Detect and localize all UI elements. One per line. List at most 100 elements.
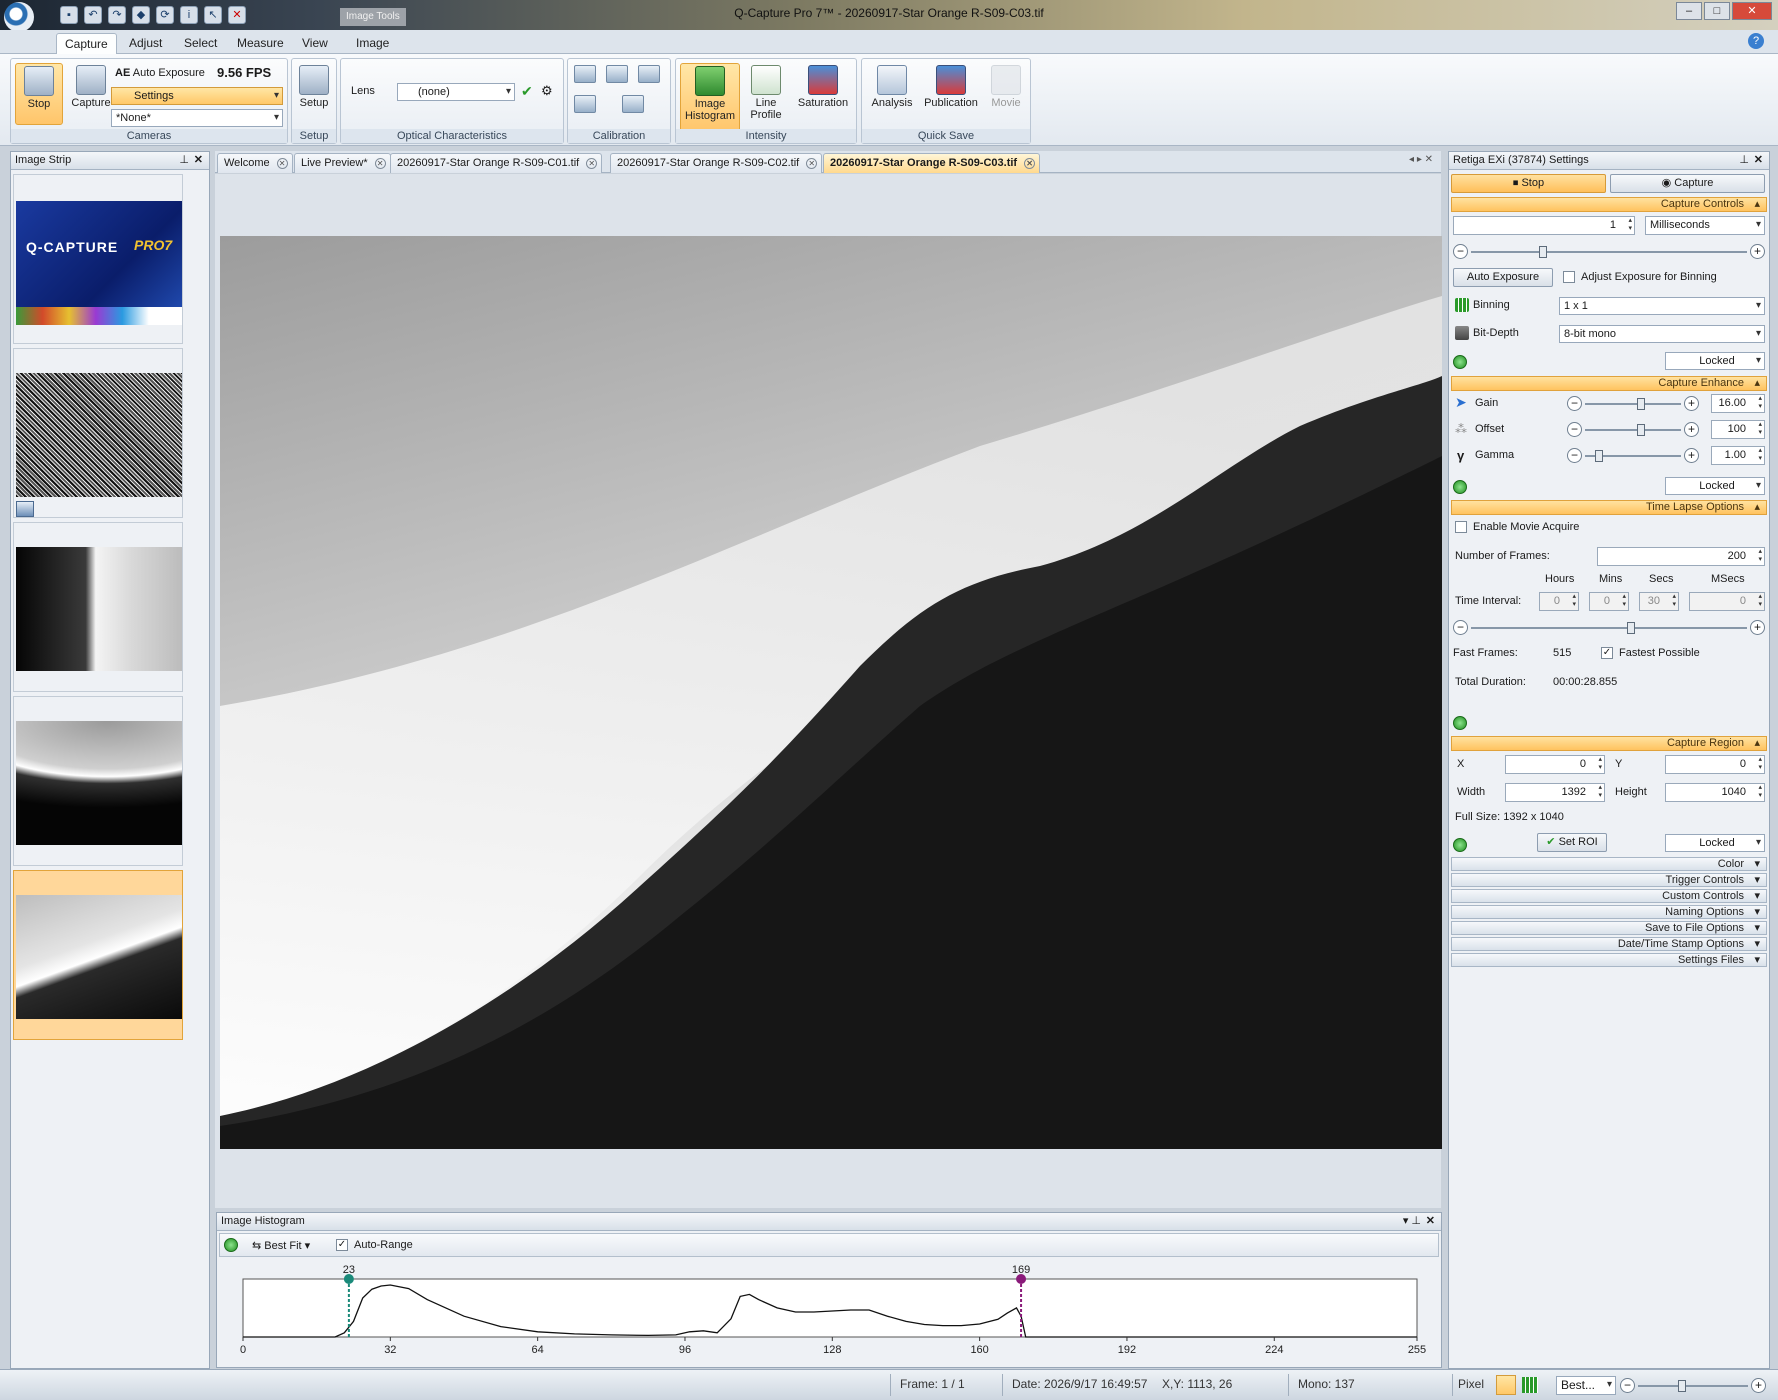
time-lapse-header[interactable]: Time Lapse Options (1451, 500, 1767, 515)
capture-region-locked[interactable]: Locked (1665, 834, 1765, 852)
fastest-possible-checkbox[interactable]: ✓ (1601, 647, 1613, 659)
refresh-icon[interactable] (1453, 716, 1467, 730)
histogram-chart[interactable]: 0 32 64 96 128 160 192 224 255 23 169 (217, 1261, 1441, 1365)
pin-icon[interactable]: ▾ ⊥ (1403, 1213, 1421, 1230)
close-tab-icon[interactable]: ✕ (276, 158, 288, 169)
thumbnail-splash[interactable]: Q-CAPTURE PRO7 (13, 174, 183, 344)
trigger-controls-section[interactable]: Trigger Controls (1451, 873, 1767, 887)
stop-button[interactable]: Stop (15, 63, 63, 125)
doc-tab-c02[interactable]: 20260917-Star Orange R-S09-C02.tif ✕ (610, 153, 823, 173)
naming-options-section[interactable]: Naming Options (1451, 905, 1767, 919)
doc-tab-c01[interactable]: 20260917-Star Orange R-S09-C01.tif ✕ (390, 153, 603, 173)
grid-icon[interactable] (1522, 1377, 1538, 1393)
doc-tab-live-preview[interactable]: Live Preview* ✕ (294, 153, 391, 173)
roi-y-input[interactable]: 0 (1665, 755, 1765, 774)
refresh-icon[interactable] (1453, 838, 1467, 852)
slider-thumb[interactable] (1637, 398, 1645, 410)
plus-icon[interactable]: + (1684, 396, 1699, 411)
apply-check-icon[interactable]: ✔ (521, 83, 533, 100)
tab-view[interactable]: View (294, 33, 336, 54)
close-icon[interactable]: ✕ (1732, 2, 1772, 20)
set-roi-button[interactable]: ✔ Set ROI (1537, 833, 1607, 852)
close-tab-icon[interactable]: ✕ (1024, 158, 1036, 169)
settings-capture-button[interactable]: ◉ Capture (1610, 174, 1765, 193)
enable-movie-checkbox[interactable] (1455, 521, 1467, 533)
thumbnail-c01[interactable] (13, 522, 183, 692)
close-panel-icon[interactable]: ✕ (1754, 152, 1763, 169)
slider-thumb[interactable] (1637, 424, 1645, 436)
doc-tab-c03[interactable]: 20260917-Star Orange R-S09-C03.tif ✕ (823, 153, 1041, 173)
offset-input[interactable]: 100 (1711, 420, 1765, 439)
roi-width-input[interactable]: 1392 (1505, 783, 1605, 802)
calibrate-dark-icon[interactable] (606, 65, 628, 83)
lens-dropdown[interactable]: (none) (397, 83, 515, 101)
zoom-slider[interactable]: − + (1620, 1378, 1766, 1394)
capture-button[interactable]: Capture (67, 63, 115, 125)
offset-slider[interactable]: − + (1567, 422, 1699, 438)
minus-icon[interactable]: − (1453, 620, 1468, 635)
settings-stop-button[interactable]: ⏹ Stop (1451, 174, 1606, 193)
tab-scroll-arrows-icon[interactable]: ◂ ▸ ✕ (1409, 154, 1433, 165)
binning-dropdown[interactable]: 1 x 1 (1559, 297, 1765, 315)
minimize-icon[interactable]: – (1676, 2, 1702, 20)
plus-icon[interactable]: + (1750, 620, 1765, 635)
maximize-icon[interactable]: □ (1704, 2, 1730, 20)
plus-icon[interactable]: + (1684, 422, 1699, 437)
gamma-input[interactable]: 1.00 (1711, 446, 1765, 465)
bit-depth-dropdown[interactable]: 8-bit mono (1559, 325, 1765, 343)
plus-icon[interactable]: + (1751, 1378, 1766, 1393)
exposure-input[interactable]: 1 (1453, 216, 1635, 235)
doc-tab-welcome[interactable]: Welcome ✕ (217, 153, 293, 173)
slider-thumb[interactable] (1539, 246, 1547, 258)
roi-x-input[interactable]: 0 (1505, 755, 1605, 774)
saturation-button[interactable]: Saturation (792, 63, 854, 125)
save-to-file-section[interactable]: Save to File Options (1451, 921, 1767, 935)
pin-icon[interactable]: ⊥ (179, 152, 189, 169)
analysis-button[interactable]: Analysis (866, 63, 918, 125)
hours-input[interactable]: 0 (1539, 592, 1579, 611)
capture-controls-header[interactable]: Capture Controls (1451, 197, 1767, 212)
capture-controls-locked[interactable]: Locked (1665, 352, 1765, 370)
calibrate-scale-icon[interactable] (638, 65, 660, 83)
close-tab-icon[interactable]: ✕ (374, 158, 386, 169)
live-camera-icon[interactable] (16, 501, 34, 517)
captured-image[interactable] (220, 236, 1442, 1149)
tab-image[interactable]: Image (348, 33, 397, 54)
custom-controls-section[interactable]: Custom Controls (1451, 889, 1767, 903)
lens-settings-icon[interactable]: ⚙ (541, 83, 553, 99)
preset-dropdown[interactable]: *None* (111, 109, 283, 127)
mins-input[interactable]: 0 (1589, 592, 1629, 611)
fit-image-icon[interactable] (1496, 1375, 1516, 1395)
auto-range-checkbox[interactable]: ✓ (336, 1239, 348, 1251)
exposure-unit-dropdown[interactable]: Milliseconds (1645, 216, 1765, 235)
capture-enhance-locked[interactable]: Locked (1665, 477, 1765, 495)
close-panel-icon[interactable]: ✕ (1426, 1213, 1435, 1230)
minus-icon[interactable]: − (1453, 244, 1468, 259)
auto-exposure-button[interactable]: Auto Exposure (1453, 268, 1553, 287)
tab-capture[interactable]: Capture (56, 33, 117, 54)
frames-input[interactable]: 200 (1597, 547, 1765, 566)
slider-thumb[interactable] (1595, 450, 1603, 462)
gain-slider[interactable]: − + (1567, 396, 1699, 412)
close-tab-icon[interactable]: ✕ (806, 158, 818, 169)
image-histogram-button[interactable]: Image Histogram (680, 63, 740, 133)
adjust-binning-checkbox[interactable] (1563, 271, 1575, 283)
tab-select[interactable]: Select (176, 33, 225, 54)
setup-button[interactable]: Setup (292, 63, 336, 125)
secs-input[interactable]: 30 (1639, 592, 1679, 611)
capture-region-header[interactable]: Capture Region (1451, 736, 1767, 751)
refresh-icon[interactable] (1453, 480, 1467, 494)
line-profile-button[interactable]: Line Profile (744, 63, 788, 125)
calibrate-camera-icon[interactable] (622, 95, 644, 113)
datetime-stamp-section[interactable]: Date/Time Stamp Options (1451, 937, 1767, 951)
msecs-input[interactable]: 0 (1689, 592, 1765, 611)
calibrate-flat-icon[interactable] (574, 65, 596, 83)
tab-measure[interactable]: Measure (229, 33, 292, 54)
settings-dropdown[interactable]: Settings (111, 87, 283, 105)
auto-exposure-toggle[interactable]: AE Auto Exposure (115, 67, 205, 79)
movie-button[interactable]: Movie (984, 63, 1028, 125)
best-fit-dropdown[interactable]: ⇆ Best Fit ▾ (252, 1239, 310, 1252)
slider-thumb[interactable] (1627, 622, 1635, 634)
thumbnail-c03[interactable] (13, 870, 183, 1040)
tab-adjust[interactable]: Adjust (121, 33, 170, 54)
